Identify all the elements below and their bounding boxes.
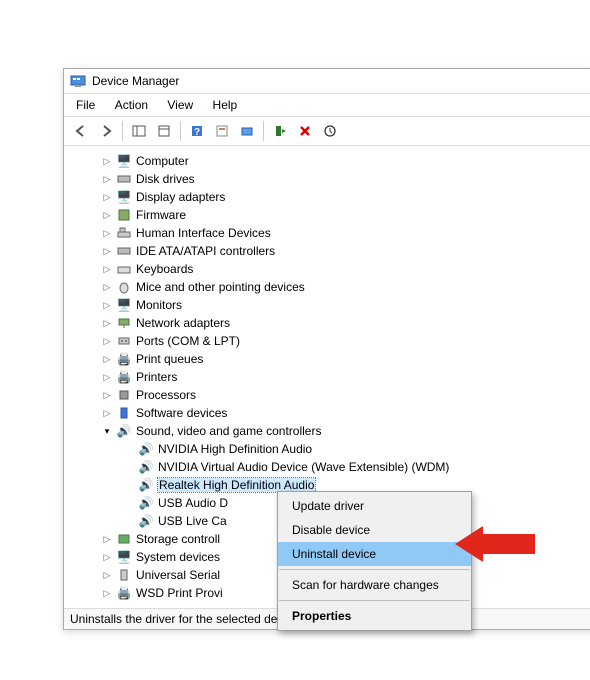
device-nvidia-hd-audio[interactable]: 🔊NVIDIA High Definition Audio [70,440,590,458]
network-icon [116,315,132,331]
expand-icon[interactable]: ▷ [100,226,114,240]
expand-icon[interactable]: ▷ [100,568,114,582]
show-hide-console-button[interactable] [128,120,150,142]
context-scan-hardware[interactable]: Scan for hardware changes [278,573,471,597]
properties-button[interactable] [153,120,175,142]
menubar: File Action View Help [64,94,590,117]
expand-icon[interactable]: ▷ [100,154,114,168]
expand-icon[interactable]: ▷ [100,532,114,546]
expand-icon[interactable]: ▷ [100,334,114,348]
expand-icon[interactable]: ▷ [100,406,114,420]
expand-icon[interactable]: ▷ [100,352,114,366]
hid-icon [116,225,132,241]
toolbar-separator [263,121,264,141]
category-display-adapters[interactable]: ▷🖥️Display adapters [70,188,590,206]
expand-icon[interactable]: ▷ [100,172,114,186]
expand-icon[interactable]: ▷ [100,298,114,312]
forward-button[interactable] [95,120,117,142]
expand-icon[interactable]: ▷ [100,208,114,222]
enable-button[interactable] [269,120,291,142]
category-processors[interactable]: ▷Processors [70,386,590,404]
mouse-icon [116,279,132,295]
speaker-icon: 🔊 [138,459,154,475]
display-icon: 🖥️ [116,189,132,205]
toolbar-separator [122,121,123,141]
storage-icon [116,531,132,547]
menu-help[interactable]: Help [205,96,246,114]
back-button[interactable] [70,120,92,142]
context-menu: Update driver Disable device Uninstall d… [277,491,472,631]
toolbar-separator [180,121,181,141]
menu-action[interactable]: Action [107,96,156,114]
expand-icon[interactable]: ▷ [100,244,114,258]
category-sound[interactable]: ▾🔊Sound, video and game controllers [70,422,590,440]
titlebar: Device Manager [64,69,590,94]
device-manager-icon [70,73,86,89]
software-icon [116,405,132,421]
toolbar: ? [64,117,590,146]
context-update-driver[interactable]: Update driver [278,494,471,518]
window-title: Device Manager [92,74,179,88]
uninstall-button[interactable] [294,120,316,142]
expand-icon[interactable]: ▷ [100,586,114,600]
printer-icon: 🖨️ [116,351,132,367]
speaker-icon: 🔊 [138,477,154,493]
expand-icon[interactable]: ▷ [100,388,114,402]
context-properties[interactable]: Properties [278,604,471,628]
status-text: Uninstalls the driver for the selected d… [70,612,302,626]
cpu-icon [116,387,132,403]
category-keyboards[interactable]: ▷Keyboards [70,260,590,278]
monitor-icon: 🖥️ [116,297,132,313]
red-arrow-annotation [455,522,535,566]
speaker-icon: 🔊 [138,513,154,529]
category-software-devices[interactable]: ▷Software devices [70,404,590,422]
category-hid[interactable]: ▷Human Interface Devices [70,224,590,242]
computer-icon: 🖥️ [116,153,132,169]
context-disable-device[interactable]: Disable device [278,518,471,542]
category-disk-drives[interactable]: ▷Disk drives [70,170,590,188]
context-separator [279,569,470,570]
expand-icon[interactable]: ▷ [100,316,114,330]
printer-icon: 🖨️ [116,369,132,385]
category-computer[interactable]: ▷🖥️Computer [70,152,590,170]
expand-icon[interactable]: ▷ [100,370,114,384]
menu-view[interactable]: View [159,96,201,114]
speaker-icon: 🔊 [138,441,154,457]
category-mice[interactable]: ▷Mice and other pointing devices [70,278,590,296]
collapse-icon[interactable]: ▾ [100,424,114,438]
scan-button[interactable] [236,120,258,142]
firmware-icon [116,207,132,223]
category-ports[interactable]: ▷Ports (COM & LPT) [70,332,590,350]
update-driver-button[interactable] [319,120,341,142]
category-printers[interactable]: ▷🖨️Printers [70,368,590,386]
speaker-icon: 🔊 [138,495,154,511]
sound-icon: 🔊 [116,423,132,439]
expand-icon[interactable]: ▷ [100,262,114,276]
category-network[interactable]: ▷Network adapters [70,314,590,332]
printer-icon: 🖨️ [116,585,132,601]
svg-text:?: ? [194,127,200,138]
category-monitors[interactable]: ▷🖥️Monitors [70,296,590,314]
disk-icon [116,171,132,187]
expand-icon[interactable]: ▷ [100,280,114,294]
action-button[interactable] [211,120,233,142]
help-button[interactable]: ? [186,120,208,142]
system-icon: 🖥️ [116,549,132,565]
context-separator [279,600,470,601]
device-nvidia-virtual-audio[interactable]: 🔊NVIDIA Virtual Audio Device (Wave Exten… [70,458,590,476]
expand-icon[interactable]: ▷ [100,190,114,204]
usb-icon [116,567,132,583]
category-ide[interactable]: ▷IDE ATA/ATAPI controllers [70,242,590,260]
keyboard-icon [116,261,132,277]
expand-icon[interactable]: ▷ [100,550,114,564]
category-print-queues[interactable]: ▷🖨️Print queues [70,350,590,368]
category-firmware[interactable]: ▷Firmware [70,206,590,224]
menu-file[interactable]: File [68,96,103,114]
ide-icon [116,243,132,259]
port-icon [116,333,132,349]
context-uninstall-device[interactable]: Uninstall device [278,542,471,566]
